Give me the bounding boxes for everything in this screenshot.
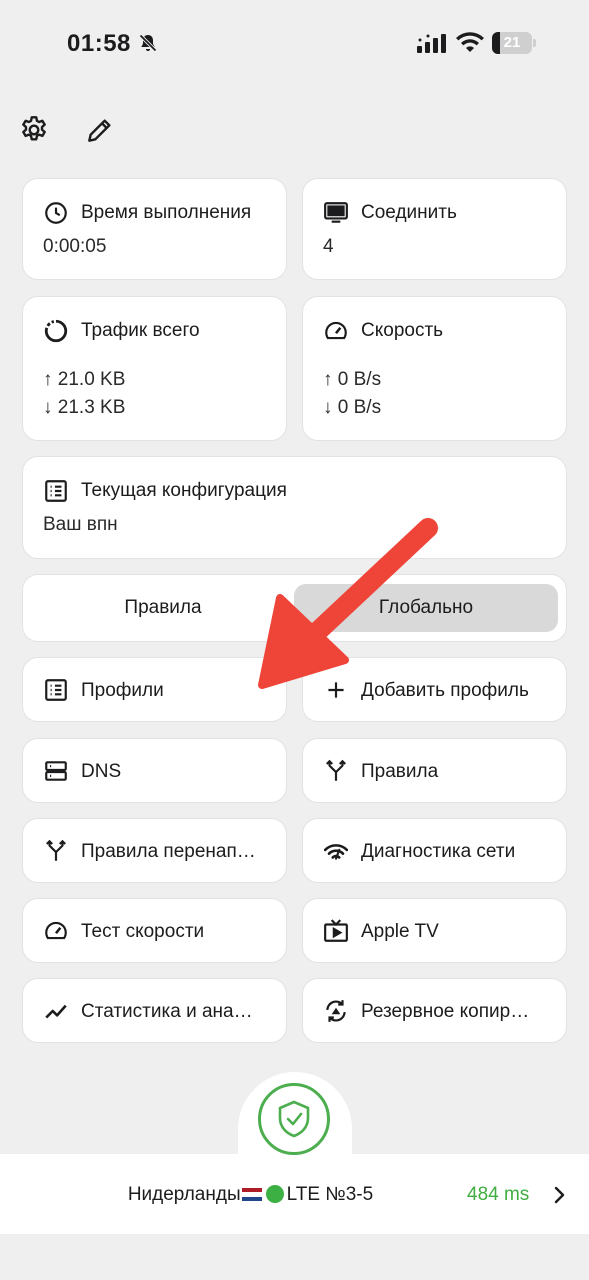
merge-icon [43,838,69,864]
rules-label: Правила [361,761,439,782]
network-signal-icon [323,838,349,864]
list-icon [43,677,69,703]
add-profile-button[interactable]: Добавить профиль [302,657,567,722]
trending-chart-icon [43,998,69,1024]
speed-test-button[interactable]: Тест скорости [22,898,287,963]
list-icon [43,478,69,504]
speed-title: Скорость [361,320,444,341]
traffic-card: Трафик всего ↑ 21.0 KB ↓ 21.3 KB [22,296,287,441]
monitor-icon [323,200,349,226]
traffic-title: Трафик всего [81,320,200,341]
connections-value: 4 [323,236,334,257]
runtime-title: Время выполнения [81,202,252,223]
mode-global-option[interactable]: Глобально [294,584,558,632]
netherlands-flag-icon [241,1188,262,1201]
connections-title: Соединить [361,202,457,223]
backup-restore-icon [323,998,349,1024]
backup-label: Резервное копирование [361,1001,537,1022]
server-country: Нидерланды [127,1184,241,1205]
settings-gear-icon[interactable] [18,114,50,146]
statistics-button[interactable]: Статистика и анализ [22,978,287,1043]
server-suffix: LTE №3-5 [286,1184,374,1205]
clock-icon [43,200,69,226]
merge-icon [323,758,349,784]
runtime-card: Время выполнения 0:00:05 [22,178,287,280]
runtime-value: 0:00:05 [43,236,107,257]
rules-button[interactable]: Правила [302,738,567,803]
server-ping: 484 ms [467,1184,530,1205]
chevron-right-icon[interactable] [552,1185,566,1205]
current-config-title: Текущая конфигурация [81,480,287,501]
statistics-label: Статистика и анализ [81,1001,257,1022]
backup-button[interactable]: Резервное копирование [302,978,567,1043]
speed-card: Скорость ↑ 0 B/s ↓ 0 B/s [302,296,567,441]
wifi-icon [456,32,484,52]
profiles-button[interactable]: Профили [22,657,287,722]
current-config-card[interactable]: Текущая конфигурация Ваш впн [22,456,567,559]
dns-button[interactable]: DNS [22,738,287,803]
connections-card: Соединить 4 [302,178,567,280]
speed-test-label: Тест скорости [81,921,205,942]
status-time: 01:58 [67,30,131,57]
apple-tv-button[interactable]: Apple TV [302,898,567,963]
apple-tv-label: Apple TV [361,921,439,942]
tv-play-icon [323,918,349,944]
add-profile-label: Добавить профиль [361,680,529,701]
dns-label: DNS [81,761,122,782]
traffic-progress-icon [43,318,69,344]
cellular-signal-icon [417,34,446,53]
profiles-label: Профили [81,680,164,701]
connect-shield-button[interactable] [258,1083,330,1155]
server-name[interactable]: Нидерланды LTE №3-5 [0,1184,500,1206]
status-bar: 01:58 21 [0,0,589,90]
edit-pencil-icon[interactable] [84,114,116,146]
bell-off-icon [139,34,157,52]
traffic-down: ↓ 21.3 KB [43,397,126,418]
shield-check-icon [278,1100,310,1138]
speedometer-icon [43,918,69,944]
network-diagnostics-button[interactable]: Диагностика сети [302,818,567,883]
traffic-up: ↑ 21.0 KB [43,369,126,390]
network-diagnostics-label: Диагностика сети [361,841,516,862]
plus-icon [323,677,349,703]
status-dot-icon [265,1185,284,1203]
speed-down: ↓ 0 B/s [323,397,382,418]
rewrite-rules-button[interactable]: Правила перенаправления [22,818,287,883]
battery-level: 21 [503,34,521,51]
dns-server-icon [43,758,69,784]
speedometer-icon [323,318,349,344]
rewrite-rules-label: Правила перенаправления [81,841,257,862]
current-config-value: Ваш впн [43,514,118,535]
mode-toggle: Правила Глобально [22,574,567,642]
speed-up: ↑ 0 B/s [323,369,382,390]
mode-rules-option[interactable]: Правила [31,584,295,632]
battery-indicator: 21 [492,32,536,54]
